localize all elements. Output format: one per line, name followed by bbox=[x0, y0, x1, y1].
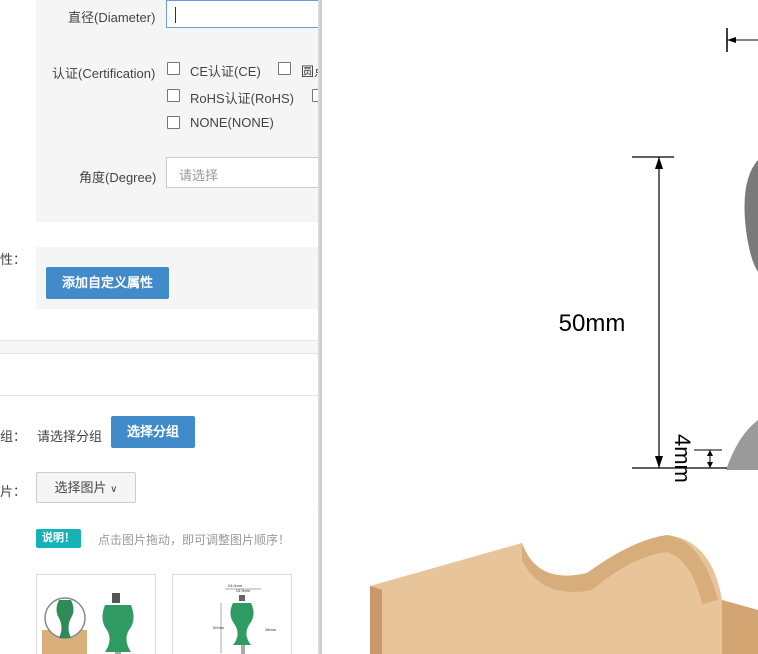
checkbox-none-label: NONE(NONE) bbox=[190, 115, 274, 130]
degree-select[interactable]: 请选择 bbox=[166, 157, 322, 188]
drag-hint: 点击图片拖动，即可调整图片顺序！ bbox=[98, 533, 291, 547]
degree-placeholder: 请选择 bbox=[179, 168, 219, 183]
section-divider-2 bbox=[0, 353, 322, 354]
checkbox-rohs-label: RoHS认证(RoHS) bbox=[190, 91, 295, 106]
certification-label: 认证(Certification) bbox=[52, 66, 156, 81]
thumb-right-dim: 38mm bbox=[265, 627, 277, 632]
note-badge: 说明！ bbox=[36, 529, 81, 548]
select-group-button[interactable]: 选择分组 bbox=[111, 416, 195, 448]
checkbox-rohs[interactable] bbox=[167, 89, 180, 102]
height-dimension-label: 50mm bbox=[559, 310, 626, 337]
chevron-down-icon: ∨ bbox=[110, 484, 118, 495]
checkbox-ce-label: CE认证(CE) bbox=[190, 64, 261, 79]
group-value: 请选择分组 bbox=[37, 429, 103, 444]
technical-drawing: 50mm 4mm bbox=[370, 28, 758, 654]
checkbox-none[interactable] bbox=[167, 116, 180, 129]
image-thumbnail-2[interactable]: 24.0mm 15.9mm 50mm 38mm bbox=[172, 574, 292, 654]
text-caret bbox=[175, 7, 176, 23]
checkbox-ce[interactable] bbox=[167, 62, 180, 75]
section-header-divider bbox=[0, 395, 322, 396]
attributes-box bbox=[36, 0, 322, 222]
section-gap bbox=[0, 341, 322, 353]
add-custom-attribute-button[interactable]: 添加自定义属性 bbox=[46, 267, 169, 299]
diameter-label: 直径(Diameter) bbox=[68, 10, 156, 25]
router-bit-photo bbox=[42, 593, 134, 654]
group-label: 组： bbox=[0, 429, 27, 444]
select-image-label: 选择图片 bbox=[54, 480, 107, 495]
select-image-button[interactable]: 选择图片 ∨ bbox=[36, 472, 136, 503]
checkbox-dot[interactable] bbox=[278, 62, 291, 75]
router-bit-drawing: 24.0mm 15.9mm 50mm 38mm bbox=[213, 583, 277, 654]
thumb-left-dim: 50mm bbox=[213, 625, 225, 630]
degree-label: 角度(Degree) bbox=[79, 170, 157, 185]
small-dimension-label: 4mm bbox=[670, 434, 695, 483]
diameter-input[interactable] bbox=[166, 0, 322, 28]
image-thumbnail-1[interactable] bbox=[36, 574, 156, 654]
product-form-panel: 直径(Diameter) 认证(Certification) CE认证(CE) … bbox=[0, 0, 322, 654]
image-label: 片： bbox=[0, 484, 27, 499]
custom-attr-label: 性： bbox=[0, 252, 27, 267]
product-drawing-image: 50mm 4mm bbox=[322, 0, 758, 654]
